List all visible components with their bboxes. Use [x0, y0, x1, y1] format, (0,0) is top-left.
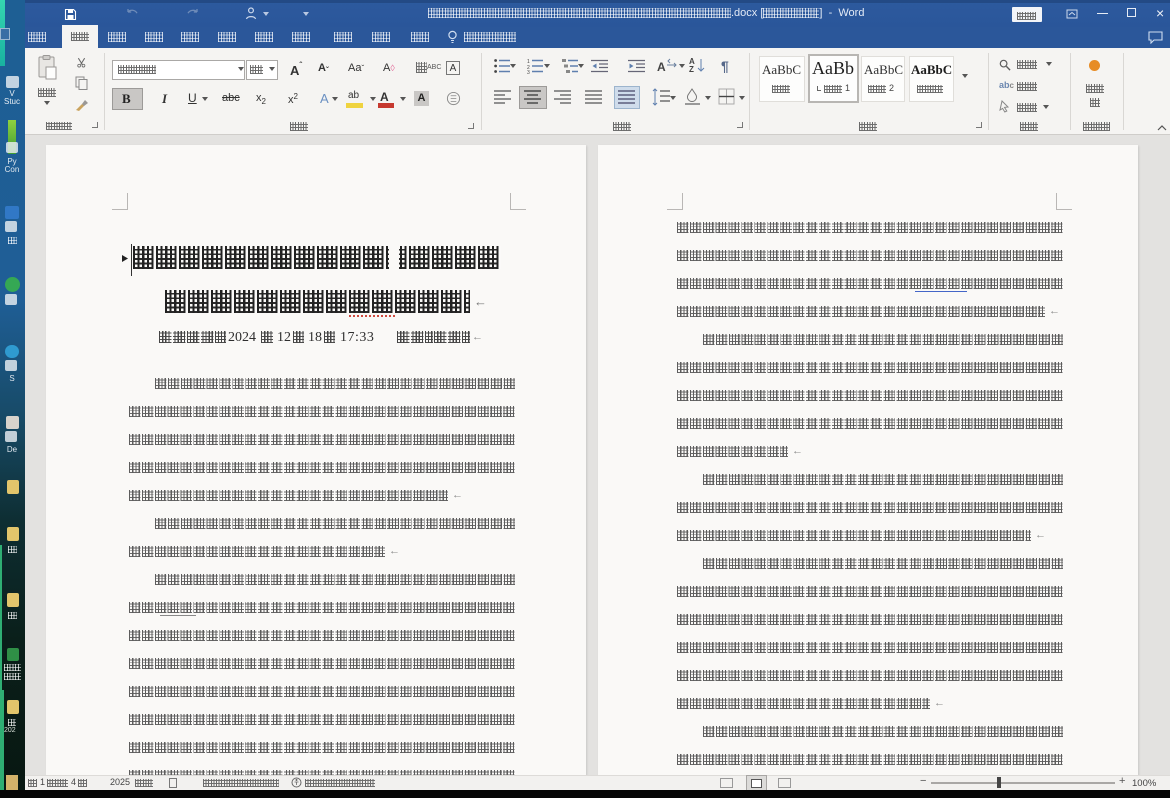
svg-text:3: 3: [527, 70, 530, 74]
